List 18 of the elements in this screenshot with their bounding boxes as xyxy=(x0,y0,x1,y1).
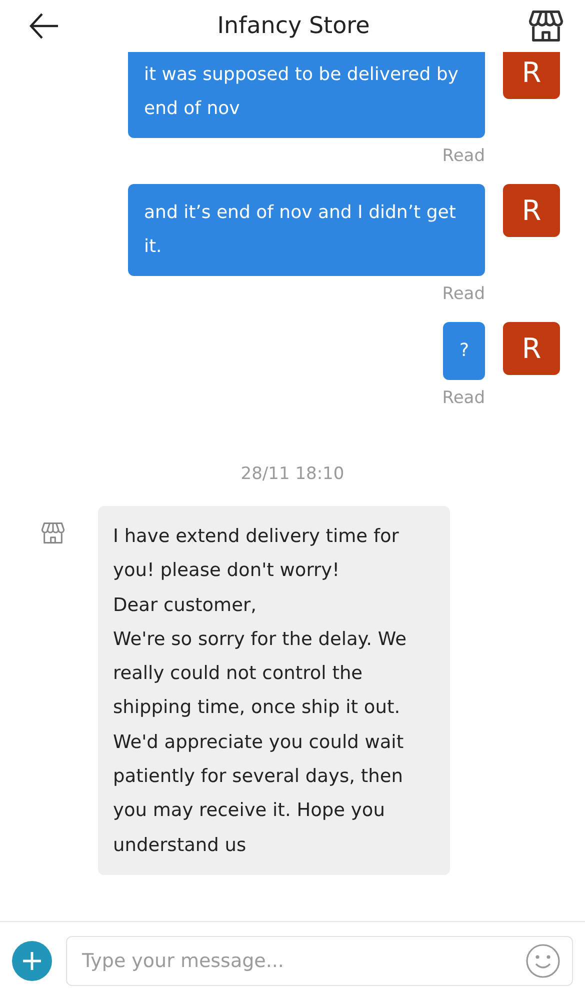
chat-title: Infancy Store xyxy=(217,13,370,39)
user-avatar: R xyxy=(503,322,560,375)
add-button[interactable] xyxy=(12,941,52,981)
received-message: I have extend delivery time for you! please don't worry! Dear customer, We're so sorry for the delay. We really could not control the shipping time, once ship it out. We'd appreciate you could wait patiently for several days, then you may receive it. Hope you understand us xyxy=(98,506,450,875)
timestamp: 28/11 18:10 xyxy=(240,464,344,484)
read-status: Read xyxy=(442,146,485,166)
user-avatar: R xyxy=(503,52,560,99)
sent-message: ? xyxy=(443,322,485,380)
read-status: Read xyxy=(442,284,485,304)
sent-message: it was supposed to be delivered by end of nov xyxy=(128,52,485,138)
user-avatar: R xyxy=(503,184,560,237)
message-input[interactable]: Type your message... xyxy=(66,936,573,986)
sent-message: and it’s end of nov and I didn’t get it. xyxy=(128,184,485,276)
emoji-icon[interactable] xyxy=(525,943,561,979)
plus-icon xyxy=(21,950,43,972)
back-arrow-icon[interactable] xyxy=(28,12,60,40)
store-icon xyxy=(40,520,66,546)
read-status: Read xyxy=(442,388,485,408)
